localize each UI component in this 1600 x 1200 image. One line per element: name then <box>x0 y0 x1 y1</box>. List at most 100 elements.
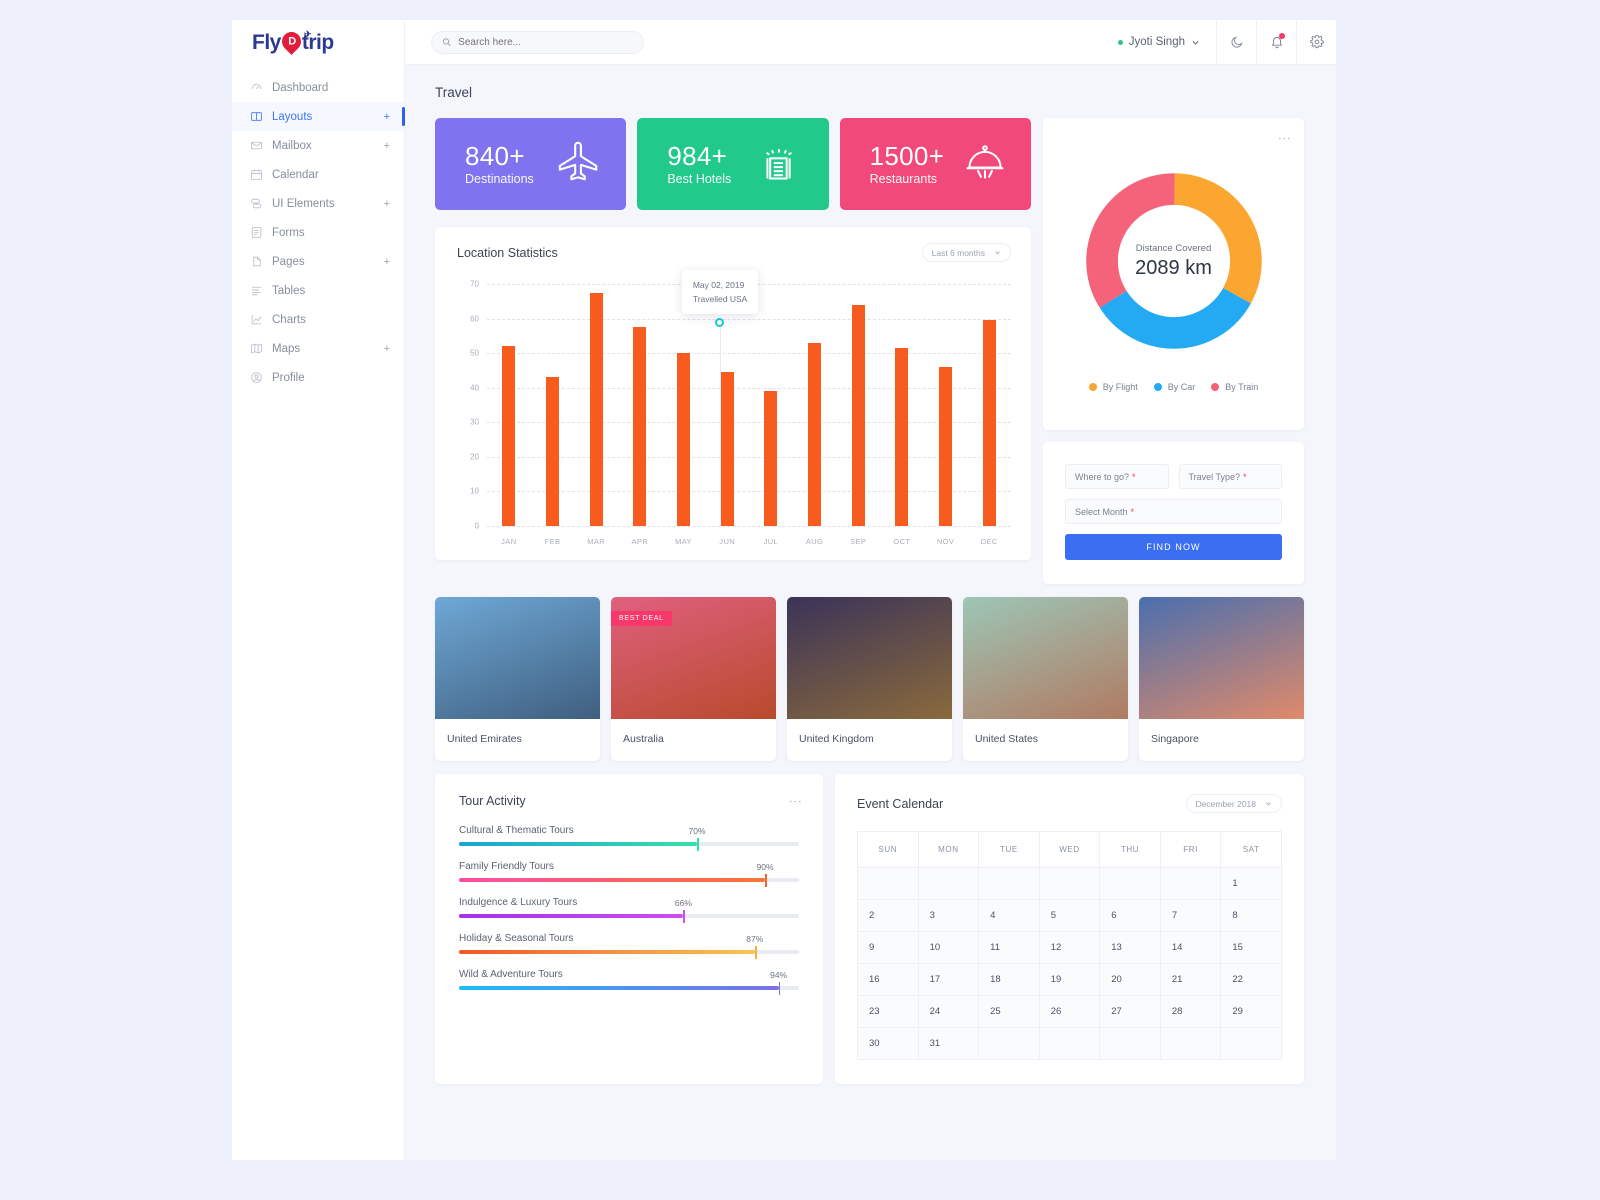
legend-item-by-car[interactable]: By Car <box>1153 382 1195 392</box>
stat-card-restaurants[interactable]: 1500+ Restaurants <box>839 118 1031 210</box>
bar-DEC[interactable] <box>982 320 996 526</box>
search-input[interactable] <box>458 36 633 48</box>
calendar-day-cell[interactable]: 17 <box>917 963 980 996</box>
sidebar-item-pages[interactable]: Pages + <box>232 247 404 276</box>
bar-JUL[interactable] <box>764 391 778 526</box>
calendar-day-cell[interactable] <box>1220 1027 1282 1060</box>
calendar-day-cell[interactable]: 4 <box>978 899 1040 932</box>
bar-SEP[interactable] <box>851 304 865 526</box>
progress-track[interactable] <box>459 981 799 995</box>
calendar-day-cell[interactable] <box>978 867 1040 900</box>
calendar-day-cell[interactable]: 25 <box>978 995 1040 1028</box>
bar-NOV[interactable] <box>939 366 953 526</box>
calendar-day-cell[interactable] <box>1038 867 1101 900</box>
sidebar-item-mailbox[interactable]: Mailbox + <box>232 131 404 160</box>
calendar-day-cell[interactable]: 11 <box>978 931 1040 964</box>
bar-JUN[interactable] <box>720 372 734 526</box>
user-menu[interactable]: Jyoti Singh <box>1102 20 1216 65</box>
calendar-day-cell[interactable]: 27 <box>1099 995 1161 1028</box>
bar-OCT[interactable] <box>895 347 909 526</box>
calendar-day-cell[interactable]: 22 <box>1220 963 1282 996</box>
calendar-day-cell[interactable]: 16 <box>857 963 919 996</box>
legend-item-by-train[interactable]: By Train <box>1211 382 1258 392</box>
calendar-day-cell[interactable] <box>857 867 919 900</box>
calendar-day-cell[interactable]: 28 <box>1159 995 1222 1028</box>
calendar-day-cell[interactable] <box>978 1027 1040 1060</box>
calendar-day-cell[interactable]: 31 <box>917 1027 980 1060</box>
more-options-icon[interactable]: ⋮ <box>788 795 803 808</box>
destination-card[interactable]: United States <box>963 597 1128 761</box>
progress-track[interactable] <box>459 909 799 923</box>
calendar-day-cell[interactable]: 6 <box>1099 899 1161 932</box>
progress-handle[interactable] <box>683 909 686 923</box>
stat-card-best-hotels[interactable]: 984+ Best Hotels <box>637 118 829 210</box>
select-month-field[interactable]: Select Month * <box>1065 499 1282 524</box>
destination-card[interactable]: United Emirates <box>435 597 600 761</box>
destination-card[interactable]: Singapore <box>1139 597 1304 761</box>
calendar-day-cell[interactable] <box>1159 1027 1222 1060</box>
calendar-day-cell[interactable]: 8 <box>1220 899 1282 932</box>
calendar-day-cell[interactable]: 1 <box>1220 867 1282 900</box>
calendar-day-cell[interactable]: 7 <box>1159 899 1222 932</box>
sidebar-item-dashboard[interactable]: Dashboard <box>232 73 404 102</box>
destination-card[interactable]: BEST DEAL Australia <box>611 597 776 761</box>
sidebar-item-layouts[interactable]: Layouts + <box>232 102 405 131</box>
bar-AUG[interactable] <box>808 342 822 526</box>
sidebar-item-forms[interactable]: Forms <box>232 218 404 247</box>
brand-logo[interactable]: Fly D trip ✈ <box>232 20 404 65</box>
annotation-marker[interactable] <box>715 317 725 327</box>
sidebar-item-profile[interactable]: Profile <box>232 363 404 392</box>
calendar-day-cell[interactable]: 19 <box>1038 963 1101 996</box>
sidebar-item-maps[interactable]: Maps + <box>232 334 404 363</box>
sidebar-item-ui-elements[interactable]: UI Elements + <box>232 189 404 218</box>
calendar-day-cell[interactable]: 9 <box>857 931 919 964</box>
calendar-month-dropdown[interactable]: December 2018 <box>1185 794 1282 813</box>
sidebar-item-tables[interactable]: Tables <box>232 276 404 305</box>
calendar-day-cell[interactable]: 21 <box>1159 963 1222 996</box>
chart-range-dropdown[interactable]: Last 6 months <box>921 243 1011 262</box>
calendar-day-cell[interactable]: 15 <box>1220 931 1282 964</box>
calendar-day-cell[interactable]: 18 <box>978 963 1040 996</box>
bar-MAR[interactable] <box>589 292 603 526</box>
bar-APR[interactable] <box>633 327 647 526</box>
bar-FEB[interactable] <box>546 377 559 526</box>
calendar-day-cell[interactable] <box>1038 1027 1101 1060</box>
travel-type-field[interactable]: Travel Type? * <box>1178 464 1282 489</box>
sidebar-item-calendar[interactable]: Calendar <box>232 160 404 189</box>
progress-handle[interactable] <box>754 945 757 959</box>
bar-MAY[interactable] <box>677 353 691 526</box>
calendar-day-cell[interactable] <box>1159 867 1222 900</box>
calendar-day-cell[interactable]: 14 <box>1159 931 1222 964</box>
progress-handle[interactable] <box>765 873 767 887</box>
calendar-day-cell[interactable]: 2 <box>857 899 919 932</box>
bar-JAN[interactable] <box>502 346 516 526</box>
find-now-button[interactable]: FIND NOW <box>1065 534 1282 560</box>
notifications-button[interactable] <box>1256 19 1296 65</box>
sidebar-item-charts[interactable]: Charts <box>232 305 404 334</box>
calendar-day-cell[interactable]: 20 <box>1099 963 1161 996</box>
calendar-day-cell[interactable]: 30 <box>857 1027 919 1060</box>
progress-handle[interactable] <box>778 981 781 995</box>
calendar-day-cell[interactable]: 13 <box>1099 931 1161 964</box>
progress-track[interactable] <box>459 873 799 887</box>
calendar-day-cell[interactable]: 12 <box>1038 931 1101 964</box>
calendar-day-cell[interactable]: 29 <box>1220 995 1282 1028</box>
calendar-day-cell[interactable] <box>1099 1027 1161 1060</box>
where-to-go-field[interactable]: Where to go? * <box>1065 464 1169 489</box>
progress-handle[interactable] <box>697 837 699 851</box>
search-box[interactable] <box>431 30 644 54</box>
settings-button[interactable] <box>1296 19 1336 65</box>
more-options-icon[interactable]: ⋮ <box>1277 132 1292 145</box>
calendar-day-cell[interactable]: 10 <box>917 931 980 964</box>
calendar-day-cell[interactable]: 3 <box>917 899 980 932</box>
calendar-day-cell[interactable] <box>917 867 980 900</box>
legend-item-by-flight[interactable]: By Flight <box>1088 382 1138 392</box>
calendar-day-cell[interactable]: 24 <box>917 995 980 1028</box>
calendar-day-cell[interactable] <box>1099 867 1161 900</box>
calendar-day-cell[interactable]: 26 <box>1038 995 1101 1028</box>
progress-track[interactable] <box>459 837 799 851</box>
progress-track[interactable] <box>459 945 799 959</box>
calendar-day-cell[interactable]: 5 <box>1038 899 1101 932</box>
stat-card-destinations[interactable]: 840+ Destinations <box>435 118 627 210</box>
destination-card[interactable]: United Kingdom <box>787 597 952 761</box>
